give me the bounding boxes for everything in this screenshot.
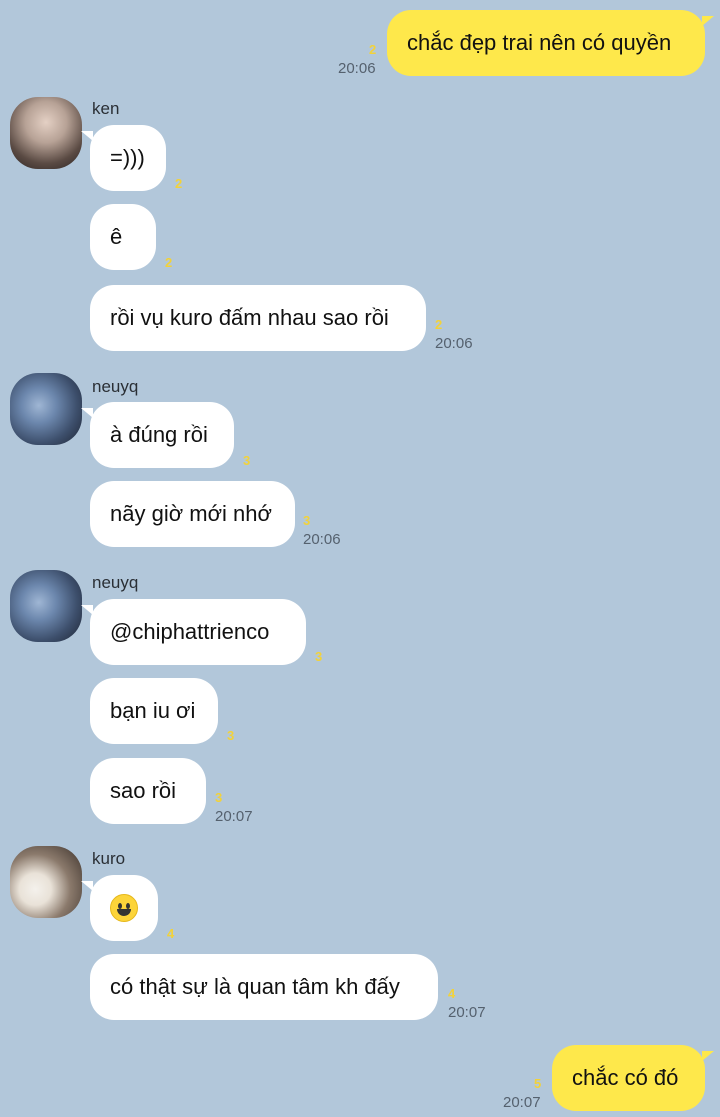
message-time: 20:06 (303, 531, 341, 548)
chat-view: chắc đẹp trai nên có quyền 2 20:06 ken =… (0, 0, 720, 1117)
incoming-message-bubble[interactable]: có thật sự là quan tâm kh đấy (90, 954, 438, 1020)
message-text: có thật sự là quan tâm kh đấy (110, 974, 400, 999)
incoming-message-bubble[interactable] (81, 875, 158, 941)
incoming-message-bubble[interactable]: nãy giờ mới nhớ (90, 481, 295, 547)
sender-name: kuro (92, 849, 126, 868)
message-time: 20:06 (435, 335, 473, 352)
unread-count: 4 (448, 986, 456, 1001)
sender-name: neuyq (92, 573, 139, 592)
message-time: 20:07 (503, 1094, 541, 1111)
incoming-message-bubble[interactable]: à đúng rồi (81, 402, 234, 468)
incoming-message-bubble[interactable]: =))) (81, 125, 166, 191)
sender-name: neuyq (92, 377, 139, 396)
unread-count: 5 (534, 1076, 542, 1091)
incoming-message-bubble[interactable]: rồi vụ kuro đấm nhau sao rồi (90, 285, 426, 351)
message-time: 20:06 (338, 60, 376, 77)
grinning-face-emoji (110, 894, 138, 922)
message-text: rồi vụ kuro đấm nhau sao rồi (110, 305, 389, 330)
incoming-message-bubble[interactable]: ê (90, 204, 156, 270)
message-text: @chiphattrienco (110, 619, 270, 644)
unread-count: 3 (243, 453, 251, 468)
message-time: 20:07 (448, 1004, 486, 1021)
unread-count: 3 (215, 790, 223, 805)
message-text: =))) (110, 145, 145, 170)
sender-name: ken (92, 99, 120, 118)
message-text: nãy giờ mới nhớ (110, 501, 272, 526)
message-text: sao rồi (110, 778, 177, 803)
incoming-message-bubble[interactable]: sao rồi (90, 758, 206, 824)
unread-count: 4 (167, 926, 175, 941)
ken-avatar[interactable] (10, 97, 82, 169)
unread-count: 2 (175, 176, 183, 191)
incoming-message-bubble[interactable]: @chiphattrienco (81, 599, 306, 665)
outgoing-message-bubble[interactable]: chắc đẹp trai nên có quyền (387, 10, 714, 76)
message-time: 20:07 (215, 808, 253, 825)
unread-count: 3 (315, 649, 323, 664)
unread-count: 2 (369, 42, 377, 57)
unread-count: 3 (227, 728, 235, 743)
outgoing-message-bubble[interactable]: chắc có đó (552, 1045, 714, 1111)
message-text: chắc có đó (572, 1065, 679, 1090)
message-text: à đúng rồi (110, 422, 208, 447)
neuyq-avatar[interactable] (10, 373, 82, 445)
unread-count: 2 (165, 255, 173, 270)
incoming-message-bubble[interactable]: bạn iu ơi (90, 678, 218, 744)
message-text: chắc đẹp trai nên có quyền (407, 30, 672, 55)
unread-count: 2 (435, 317, 443, 332)
kuro-avatar[interactable] (10, 846, 82, 918)
neuyq-avatar[interactable] (10, 570, 82, 642)
message-text: ê (110, 224, 123, 249)
unread-count: 3 (303, 513, 311, 528)
message-text: bạn iu ơi (110, 698, 196, 723)
